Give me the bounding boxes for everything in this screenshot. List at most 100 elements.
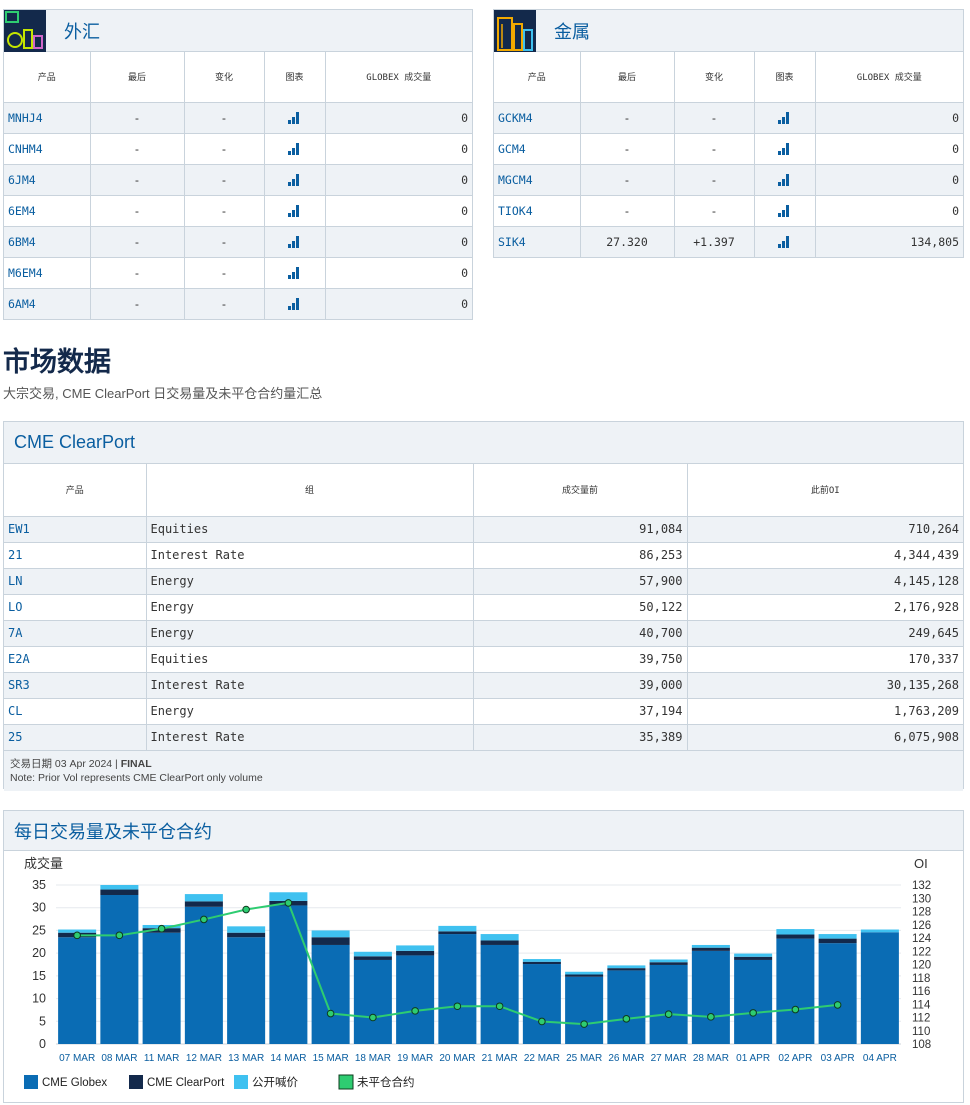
product-symbol-link[interactable]: CNHM4 — [4, 133, 91, 165]
market-data-title: 市场数据 — [3, 347, 111, 377]
globex-volume: 0 — [325, 164, 472, 196]
bar-2 — [227, 926, 266, 933]
legend-swatch — [129, 1075, 143, 1089]
y-tick-label: 25 — [32, 923, 46, 937]
product-symbol-link[interactable]: GCM4 — [494, 133, 581, 165]
product-symbol-link[interactable]: MNHJ4 — [4, 102, 91, 134]
chart-link[interactable] — [754, 195, 816, 227]
chart-link[interactable] — [754, 164, 816, 196]
chart-link[interactable] — [264, 226, 326, 258]
prior-oi: 4,344,439 — [687, 542, 963, 569]
last-price: - — [90, 195, 185, 227]
product-symbol-link[interactable]: 6BM4 — [4, 226, 91, 258]
product-code-link[interactable]: 7A — [4, 620, 147, 647]
last-price: - — [90, 288, 185, 319]
chart-link[interactable] — [754, 226, 816, 257]
product-symbol-link[interactable]: TIOK4 — [494, 195, 581, 227]
legend-swatch — [234, 1075, 248, 1089]
product-code-link[interactable]: LO — [4, 594, 147, 621]
prior-oi: 710,264 — [687, 516, 963, 543]
chart-link[interactable] — [264, 195, 326, 227]
fx-table: 产品 最后 变化 图表 GLOBEX 成交量 MNHJ4- -0 CNHM4- -0 6… — [4, 52, 472, 319]
col-product: 产品 — [494, 52, 581, 103]
product-symbol-link[interactable]: M6EM4 — [4, 257, 91, 289]
chart-icon[interactable] — [288, 267, 301, 279]
chart-icon[interactable] — [288, 205, 301, 217]
bar-2 — [396, 945, 435, 951]
y2-tick-label: 116 — [912, 986, 930, 998]
chart-icon[interactable] — [288, 112, 301, 124]
product-code-link[interactable]: EW1 — [4, 516, 147, 543]
product-code-link[interactable]: E2A — [4, 646, 147, 673]
chart-icon[interactable] — [778, 174, 791, 186]
product-code-link[interactable]: LN — [4, 568, 147, 595]
bar-2 — [311, 930, 350, 938]
chart-icon[interactable] — [288, 174, 301, 186]
bar-0 — [58, 937, 97, 1044]
bar-0 — [100, 894, 139, 1044]
oi-point — [411, 1007, 419, 1015]
bar-0 — [311, 944, 350, 1044]
fx-panel: 外汇 产品 最后 变化 图表 GLOBEX 成交量 MNHJ4- -0 CNHM4-… — [3, 9, 473, 320]
fx-title: 外汇 — [64, 21, 100, 42]
chart-link[interactable] — [754, 133, 816, 165]
bar-1 — [438, 931, 477, 935]
bar-0 — [522, 964, 561, 1044]
metals-title: 金属 — [554, 21, 590, 42]
chart-icon[interactable] — [778, 236, 791, 249]
prior-oi: 1,763,209 — [687, 698, 963, 725]
last-price: - — [90, 133, 185, 165]
product-code-link[interactable]: 21 — [4, 542, 147, 569]
legend-label: CME ClearPort — [147, 1077, 225, 1089]
metals-panel: 金属 产品 最后 变化 图表 GLOBEX 成交量 GCKM4- -0 GCM4- -… — [493, 9, 964, 258]
metals-table: 产品 最后 变化 图表 GLOBEX 成交量 GCKM4- -0 GCM4- -0 MG… — [494, 52, 963, 257]
chart-icon[interactable] — [778, 143, 791, 155]
last-price: - — [90, 164, 185, 196]
legend-label: CME Globex — [42, 1077, 107, 1089]
daily-volume-chart: 0510152025303510811011211411611812012212… — [24, 856, 932, 1090]
chart-link[interactable] — [264, 257, 326, 289]
clearport-header: CME ClearPort — [4, 422, 963, 464]
price-change: - — [674, 195, 755, 227]
clearport-row: LO Energy 50,122 2,176,928 — [4, 594, 963, 621]
clearport-row: EW1 Equities 91,084 710,264 — [4, 516, 963, 543]
product-symbol-link[interactable]: 6JM4 — [4, 164, 91, 196]
chart-icon[interactable] — [778, 112, 791, 124]
price-change: - — [184, 226, 265, 258]
oi-point — [326, 1009, 335, 1018]
clearport-row: 21 Interest Rate 86,253 4,344,439 — [4, 542, 963, 569]
product-code-link[interactable]: CL — [4, 698, 147, 725]
clearport-row: SR3 Interest Rate 39,000 30,135,268 — [4, 672, 963, 699]
chart-icon[interactable] — [288, 143, 301, 155]
quote-row: 6JM4- -0 — [4, 164, 472, 196]
product-symbol-link[interactable]: 6EM4 — [4, 195, 91, 227]
product-symbol-link[interactable]: SIK4 — [494, 226, 581, 257]
bar-1 — [734, 956, 773, 960]
y-tick-label: 5 — [39, 1014, 46, 1028]
product-symbol-link[interactable]: 6AM4 — [4, 288, 91, 319]
chart-icon[interactable] — [778, 205, 791, 217]
chart-icon[interactable] — [288, 236, 301, 248]
chart-link[interactable] — [264, 133, 326, 165]
chart-link[interactable] — [264, 102, 326, 134]
product-group: Equities — [146, 646, 474, 673]
x-tick-label: 22 MAR — [524, 1053, 560, 1064]
bar-1 — [227, 932, 266, 938]
globex-volume: 0 — [325, 195, 472, 227]
legend-swatch — [24, 1075, 38, 1089]
bar-0 — [818, 943, 857, 1044]
chart-link[interactable] — [754, 102, 816, 134]
product-code-link[interactable]: 25 — [4, 724, 147, 751]
product-group: Energy — [146, 568, 474, 595]
product-symbol-link[interactable]: GCKM4 — [494, 102, 581, 134]
product-symbol-link[interactable]: MGCM4 — [494, 164, 581, 196]
bar-1 — [649, 962, 688, 965]
product-code-link[interactable]: SR3 — [4, 672, 147, 699]
y2-tick-label: 130 — [912, 893, 931, 905]
quote-row: MGCM4- -0 — [494, 164, 963, 196]
y2-tick-label: 122 — [912, 946, 931, 958]
y2-axis-label: OI — [914, 856, 928, 871]
chart-link[interactable] — [264, 288, 326, 319]
chart-icon[interactable] — [288, 298, 301, 311]
chart-link[interactable] — [264, 164, 326, 196]
